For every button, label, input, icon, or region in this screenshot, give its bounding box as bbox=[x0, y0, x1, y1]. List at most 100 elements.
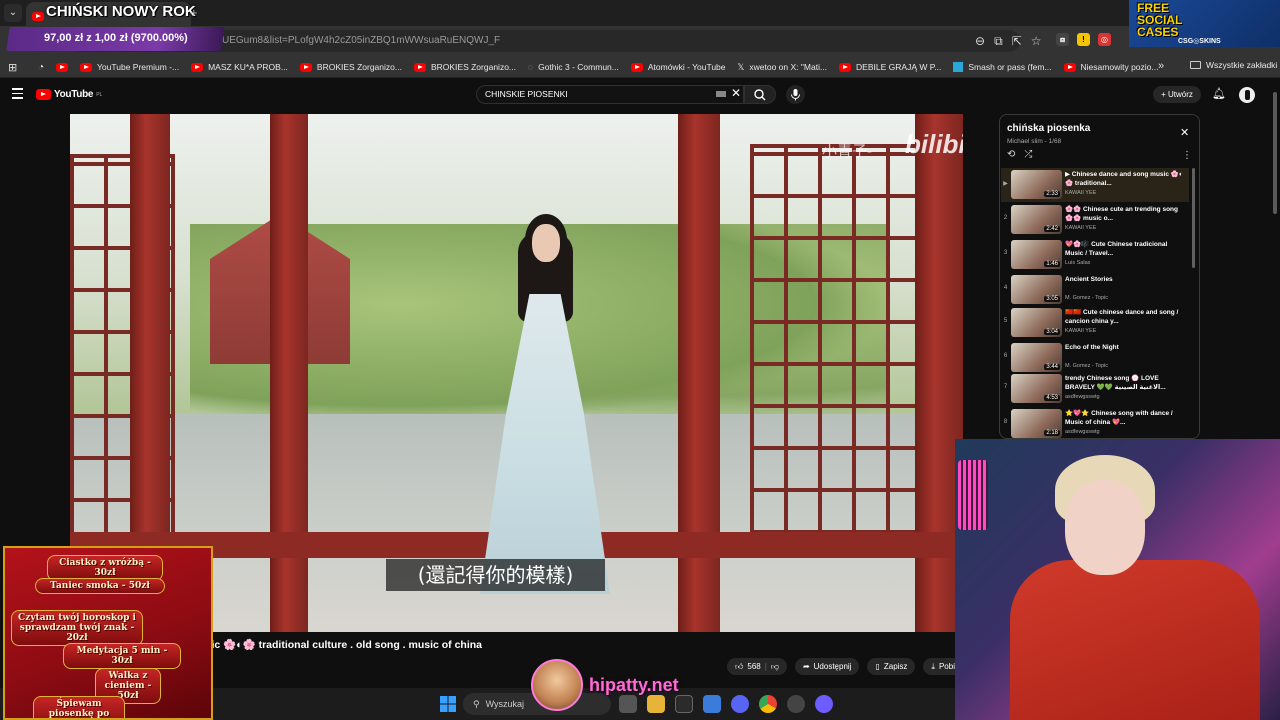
bookmark-item[interactable]: Smash or pass (fem... bbox=[953, 62, 1052, 72]
apps-grid-icon[interactable]: ⊞ bbox=[8, 61, 17, 74]
video-subtitle: (還記得你的模樣) bbox=[386, 559, 605, 591]
playlist-item-title[interactable]: ▶ Chinese dance and song music 🌸◐🌸 tradi… bbox=[1065, 170, 1183, 188]
taskbar-search-label: Wyszukaj bbox=[485, 699, 525, 709]
playlist-scrollbar[interactable] bbox=[1192, 168, 1195, 268]
playlist-thumbnail[interactable]: 1:46 bbox=[1011, 240, 1062, 269]
bookmark-item[interactable]: Niesamowity pozio... bbox=[1063, 62, 1158, 72]
bookmark-item[interactable]: MASZ KU*A PROB... bbox=[191, 62, 288, 72]
webcam-kimono bbox=[1010, 560, 1260, 720]
clear-search-icon[interactable]: ✕ bbox=[731, 86, 741, 100]
bookmark-item[interactable]: YouTube Premium -... bbox=[80, 62, 179, 72]
url-text[interactable]: UEGum8&list=PLofgW4h2cZ05inZBQ1mWWsuaRuE… bbox=[222, 35, 500, 46]
playlist-item[interactable]: 8 2:18 ⭐💖⭐ Chinese song with dance / Music… bbox=[1001, 407, 1189, 441]
bookmark-item[interactable]: BROKIES Zorganizo... bbox=[299, 62, 402, 72]
youtube-logo[interactable]: YouTube PL bbox=[36, 89, 102, 100]
share-page-icon[interactable]: ⇱ bbox=[1012, 34, 1022, 48]
notepad-icon[interactable] bbox=[703, 695, 721, 713]
share-button[interactable]: ➦ Udostępnij bbox=[794, 658, 860, 675]
tab-search-button[interactable]: ⌄ bbox=[4, 4, 22, 22]
extension-yellow-icon[interactable]: ! bbox=[1077, 33, 1090, 46]
discord-icon[interactable] bbox=[731, 695, 749, 713]
bookmark-item[interactable]: 𝕏xwetoo on X: "Mati... bbox=[738, 62, 828, 73]
playlist-item[interactable]: 3 1:46 💖🌸🎼 Cute Chinese tradicional Music … bbox=[1001, 238, 1189, 272]
obs-icon[interactable] bbox=[787, 695, 805, 713]
hipatty-avatar bbox=[531, 659, 583, 711]
bookmark-item[interactable]: BROKIES Zorganizo... bbox=[413, 62, 516, 72]
install-app-icon[interactable]: ⧉ bbox=[994, 34, 1003, 49]
windows-start-icon[interactable] bbox=[440, 696, 456, 717]
playlist-item[interactable]: 7 4:53 trendy Chinese song 💮 LOVE BRAVELY … bbox=[1001, 372, 1189, 406]
chrome-icon[interactable] bbox=[759, 695, 777, 713]
notifications-bell-icon[interactable]: 🔔︎ bbox=[1212, 87, 1226, 100]
playlist-item[interactable]: ▶ 2:33 ▶ Chinese dance and song music 🌸◐🌸 … bbox=[1001, 168, 1189, 202]
extension-red-icon[interactable]: ◎ bbox=[1098, 33, 1111, 46]
duration-badge: 1:46 bbox=[1044, 261, 1060, 267]
bookmark-youtube-blank[interactable] bbox=[56, 62, 69, 72]
playlist-thumbnail[interactable]: 2:33 bbox=[1011, 170, 1062, 199]
bookmarks-overflow-icon[interactable]: » bbox=[1158, 60, 1164, 72]
new-tab-button[interactable]: + bbox=[190, 5, 198, 20]
playlist-item-index: 4 bbox=[1003, 285, 1008, 291]
playlist-item-title[interactable]: 💖🌸🎼 Cute Chinese tradicional Music / Tra… bbox=[1065, 240, 1183, 258]
loop-icon[interactable]: ⟲ bbox=[1007, 149, 1015, 160]
more-options-icon[interactable]: ⋮ bbox=[1182, 150, 1192, 161]
playlist-item-title[interactable]: Ancient Stories bbox=[1065, 275, 1183, 284]
all-bookmarks-folder[interactable]: Wszystkie zakładki bbox=[1190, 60, 1277, 70]
like-button[interactable]: 👍︎ 568 | 👎︎ bbox=[727, 658, 787, 675]
share-label: Udostępnij bbox=[813, 662, 852, 671]
close-icon[interactable]: ✕ bbox=[1180, 126, 1189, 139]
bookmark-label: Smash or pass (fem... bbox=[968, 62, 1052, 72]
menu-icon[interactable] bbox=[12, 88, 23, 102]
youtube-favicon-icon bbox=[32, 8, 44, 26]
bookmark-item[interactable]: ◌ Gothic 3 - Commun... bbox=[528, 62, 619, 72]
csgo-line3: CASES bbox=[1137, 25, 1179, 39]
playlist-item-title[interactable]: trendy Chinese song 💮 LOVE BRAVELY 💚💚 ال… bbox=[1065, 374, 1183, 392]
voice-search-button[interactable] bbox=[786, 85, 805, 104]
playlist-thumbnail[interactable]: 2:18 bbox=[1011, 409, 1062, 438]
playlist-item-channel: KAWAII YEE bbox=[1065, 328, 1097, 334]
bookmark-icon-only[interactable]: ◔ bbox=[38, 62, 44, 73]
playlist-item[interactable]: 2 2:42 🌸🌸 Chinese cute an trending song 🌸🌸… bbox=[1001, 203, 1189, 237]
bookmark-label: BROKIES Zorganizo... bbox=[316, 62, 402, 72]
search-button[interactable] bbox=[744, 85, 776, 104]
playlist-item-title[interactable]: Echo of the Night bbox=[1065, 343, 1183, 352]
app-icon[interactable] bbox=[815, 695, 833, 713]
playlist-thumbnail[interactable]: 3:44 bbox=[1011, 343, 1062, 372]
playlist-item-index: 7 bbox=[1003, 384, 1008, 390]
bookmark-star-icon[interactable]: ☆ bbox=[1031, 34, 1042, 48]
shuffle-icon[interactable]: ⤮ bbox=[1024, 149, 1032, 160]
page-scrollbar[interactable] bbox=[1273, 92, 1277, 214]
playlist-item-channel: M. Gomez - Topic bbox=[1065, 295, 1108, 301]
playlist-thumbnail[interactable]: 2:42 bbox=[1011, 205, 1062, 234]
playlist-title[interactable]: chińska piosenka bbox=[1007, 123, 1090, 134]
playlist-item-index: 3 bbox=[1003, 250, 1008, 256]
playlist-item[interactable]: 4 3:05 Ancient Stories M. Gomez - Topic bbox=[1001, 273, 1189, 307]
create-label: Utwórz bbox=[1168, 90, 1193, 99]
keyboard-icon[interactable] bbox=[716, 91, 726, 97]
playlist-item-channel: asdfewgsswtg bbox=[1065, 429, 1100, 435]
extension-puzzle-icon[interactable]: ⧈ bbox=[1056, 33, 1069, 46]
playlist-item[interactable]: 6 3:44 Echo of the Night M. Gomez - Topic bbox=[1001, 341, 1189, 375]
account-avatar[interactable] bbox=[1239, 87, 1255, 103]
create-button[interactable]: + Utwórz bbox=[1153, 86, 1201, 103]
webcam-face bbox=[1065, 480, 1145, 575]
playlist-item[interactable]: 5 3:04 🇨🇳🇨🇳 Cute chinese dance and song / … bbox=[1001, 306, 1189, 340]
playlist-thumbnail[interactable]: 3:05 bbox=[1011, 275, 1062, 304]
bookmark-item[interactable]: DEBILE GRAJĄ W P... bbox=[839, 62, 941, 72]
playlist-item-index: 2 bbox=[1003, 215, 1008, 221]
playlist-item-title[interactable]: 🇨🇳🇨🇳 Cute chinese dance and song / canci… bbox=[1065, 308, 1183, 326]
hipatty-watermark: hipatty.net bbox=[531, 659, 679, 711]
playlist-thumbnail[interactable]: 3:04 bbox=[1011, 308, 1062, 337]
playlist-item-title[interactable]: 🌸🌸 Chinese cute an trending song 🌸🌸 musi… bbox=[1065, 205, 1183, 223]
save-button[interactable]: ▯ Zapisz bbox=[867, 658, 916, 675]
video-lattice-right bbox=[750, 144, 930, 534]
bookmark-item[interactable]: Atomówki - YouTube bbox=[630, 62, 726, 72]
youtube-logo-text: YouTube bbox=[54, 89, 94, 100]
hipatty-text: hipatty.net bbox=[589, 674, 679, 695]
playlist-item-channel: asdfewgsswtg bbox=[1065, 394, 1100, 400]
site-favicon-icon bbox=[953, 62, 964, 72]
playlist-thumbnail[interactable]: 4:53 bbox=[1011, 374, 1062, 403]
playlist-item-title[interactable]: ⭐💖⭐ Chinese song with dance / Music of c… bbox=[1065, 409, 1183, 427]
bookmark-label: Gothic 3 - Commun... bbox=[538, 62, 619, 72]
zoom-icon[interactable]: ⊖ bbox=[975, 34, 985, 48]
